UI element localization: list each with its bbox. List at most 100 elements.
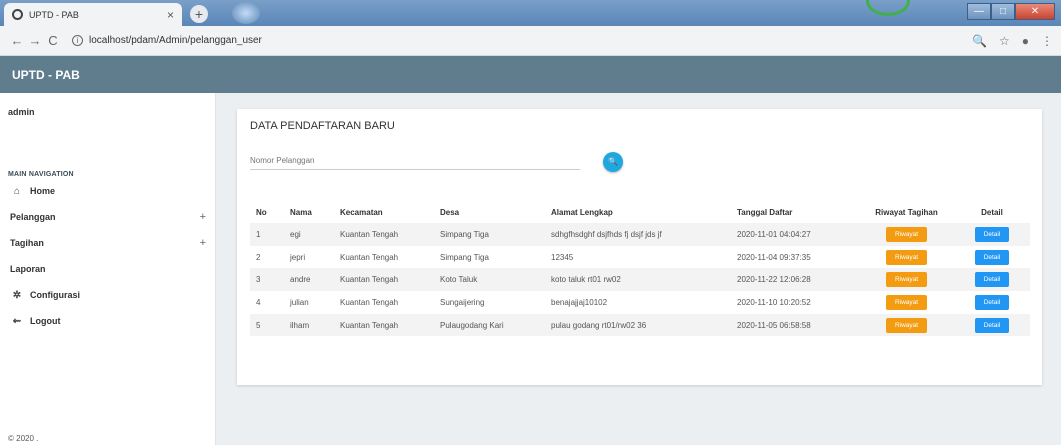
minimize-button[interactable]: — <box>967 3 991 20</box>
cell-detail: Detail <box>954 313 1030 337</box>
column-header-nama: Nama <box>290 207 312 217</box>
registration-card: DATA PENDAFTARAN BARU 🔍 No Nama Kecamata… <box>237 109 1042 385</box>
sidebar-item-logout[interactable]: ⇜ Logout <box>0 311 216 331</box>
logout-icon: ⇜ <box>12 315 22 327</box>
cell-desa: Koto Taluk <box>434 268 545 292</box>
cell-kecamatan: Kuantan Tengah <box>334 223 434 246</box>
riwayat-button[interactable]: Riwayat <box>885 317 928 333</box>
new-tab-button[interactable]: + <box>190 5 208 23</box>
sidebar-item-label: Home <box>30 186 56 196</box>
app-title[interactable]: UPTD - PAB <box>12 68 80 82</box>
table-row: 3 andre Kuantan Tengah Koto Taluk koto taluk… <box>250 268 1030 292</box>
browser-titlebar: UPTD - PAB × + — □ ✕ <box>0 0 1061 26</box>
cell-no: 1 <box>250 223 284 246</box>
cell-alamat: benajajjaj10102 <box>551 297 608 307</box>
riwayat-button[interactable]: Riwayat <box>885 272 928 288</box>
cell-alamat: 12345 <box>551 252 574 262</box>
cell-desa: Simpang Tiga <box>434 223 545 246</box>
expand-plus-icon[interactable]: + <box>200 237 206 249</box>
sidebar-item-label: Logout <box>30 316 61 326</box>
detail-button[interactable]: Detail <box>974 317 1010 333</box>
cell-detail: Detail <box>954 223 1030 246</box>
sidebar-item-home[interactable]: ⌂ Home <box>0 181 216 201</box>
close-window-button[interactable]: ✕ <box>1015 3 1055 20</box>
tab-title: UPTD - PAB <box>29 9 79 20</box>
gear-icon: ✲ <box>12 289 22 301</box>
cell-nama: ilham <box>284 313 334 337</box>
nav-header: MAIN NAVIGATION <box>8 171 74 178</box>
sidebar: admin MAIN NAVIGATION ⌂ Home Pelanggan +… <box>0 93 216 445</box>
cell-tanggal: 2020-11-05 06:58:58 <box>731 313 859 337</box>
column-header-detail: Detail <box>981 207 1003 217</box>
cell-alamat: sdhgfhsdghf dsjfhds fj dsjf jds jf <box>545 223 731 246</box>
customer-number-input[interactable] <box>250 152 580 170</box>
sidebar-item-label: Pelanggan <box>10 212 56 222</box>
browser-menu-icon[interactable]: ⋮ <box>1041 34 1053 48</box>
cell-detail: Detail <box>954 291 1030 314</box>
table-body: 1 egi Kuantan Tengah Simpang Tiga sdhgfhsdgh… <box>250 223 1030 337</box>
sidebar-item-pelanggan[interactable]: Pelanggan + <box>0 207 216 227</box>
back-arrow-icon[interactable]: ← <box>8 33 26 48</box>
tab-close-icon[interactable]: × <box>167 8 174 22</box>
column-header-tanggal: Tanggal Daftar <box>737 207 793 217</box>
registration-table: No Nama Kecamatan Desa Alamat Lengkap Ta… <box>250 201 1030 337</box>
window-controls: — □ ✕ <box>967 3 1055 20</box>
address-bar-actions: 🔍 ☆ ● ⋮ <box>972 34 1053 48</box>
riwayat-button[interactable]: Riwayat <box>885 294 928 310</box>
table-row: 1 egi Kuantan Tengah Simpang Tiga sdhgfhsdgh… <box>250 223 1030 246</box>
maximize-button[interactable]: □ <box>991 3 1015 20</box>
cell-no: 2 <box>256 252 261 262</box>
cell-nama: andre <box>284 268 334 292</box>
sidebar-footer: © 2020 . <box>8 434 39 443</box>
detail-button[interactable]: Detail <box>974 294 1010 310</box>
sidebar-item-laporan[interactable]: Laporan <box>0 259 216 279</box>
cell-tanggal: 2020-11-01 04:04:27 <box>731 223 859 246</box>
cell-tanggal: 2020-11-22 12:06:28 <box>731 268 859 292</box>
account-icon[interactable]: ● <box>1022 34 1029 48</box>
sidebar-item-label: Tagihan <box>10 238 44 248</box>
cell-desa: Pulaugodang Kari <box>434 313 545 337</box>
cell-kecamatan: Kuantan Tengah <box>340 297 399 307</box>
cell-tanggal: 2020-11-10 10:20:52 <box>737 297 811 307</box>
sidebar-item-configurasi[interactable]: ✲ Configurasi <box>0 285 216 305</box>
column-header-no: No <box>256 207 267 217</box>
cell-no: 4 <box>256 297 261 307</box>
titlebar-green-decoration <box>866 0 910 16</box>
column-header-kecamatan: Kecamatan <box>340 207 383 217</box>
riwayat-button[interactable]: Riwayat <box>885 249 928 265</box>
card-title: DATA PENDAFTARAN BARU <box>250 120 395 132</box>
cell-desa: Simpang Tiga <box>440 252 489 262</box>
forward-arrow-icon[interactable]: → <box>26 33 44 48</box>
address-bar: ← → C i localhost/pdam/Admin/pelanggan_u… <box>0 26 1061 56</box>
cell-riwayat: Riwayat <box>859 223 954 246</box>
detail-button[interactable]: Detail <box>974 249 1010 265</box>
cell-riwayat: Riwayat <box>859 313 954 337</box>
bookmark-star-icon[interactable]: ☆ <box>999 34 1010 48</box>
cell-nama: julian <box>290 297 309 307</box>
sidebar-item-tagihan[interactable]: Tagihan + <box>0 233 216 253</box>
detail-button[interactable]: Detail <box>974 272 1010 288</box>
url-field[interactable]: localhost/pdam/Admin/pelanggan_user <box>89 35 262 46</box>
table-row: 5 ilham Kuantan Tengah Pulaugodang Kari pula… <box>250 313 1030 337</box>
cell-detail: Detail <box>954 268 1030 292</box>
zoom-icon[interactable]: 🔍 <box>972 34 987 48</box>
table-header-row: No Nama Kecamatan Desa Alamat Lengkap Ta… <box>250 201 1030 223</box>
browser-tab[interactable]: UPTD - PAB × <box>4 3 182 26</box>
table-row: 2 jepri Kuantan Tengah Simpang Tiga 12345 202… <box>250 246 1030 269</box>
riwayat-button[interactable]: Riwayat <box>885 226 928 242</box>
column-header-desa: Desa <box>440 207 460 217</box>
search-button[interactable]: 🔍 <box>603 152 623 172</box>
cell-riwayat: Riwayat <box>859 291 954 314</box>
site-info-icon[interactable]: i <box>72 35 83 46</box>
cell-riwayat: Riwayat <box>859 246 954 269</box>
expand-plus-icon[interactable]: + <box>200 211 206 223</box>
tab-favicon-icon <box>12 9 23 20</box>
app-header: UPTD - PAB <box>0 56 1061 93</box>
cell-no: 3 <box>250 268 284 292</box>
titlebar-decoration <box>232 2 260 24</box>
detail-button[interactable]: Detail <box>974 226 1010 242</box>
cell-nama: jepri <box>290 252 306 262</box>
cell-kecamatan: Kuantan Tengah <box>334 268 434 292</box>
reload-icon[interactable]: C <box>44 33 62 48</box>
column-header-riwayat: Riwayat Tagihan <box>875 207 938 217</box>
